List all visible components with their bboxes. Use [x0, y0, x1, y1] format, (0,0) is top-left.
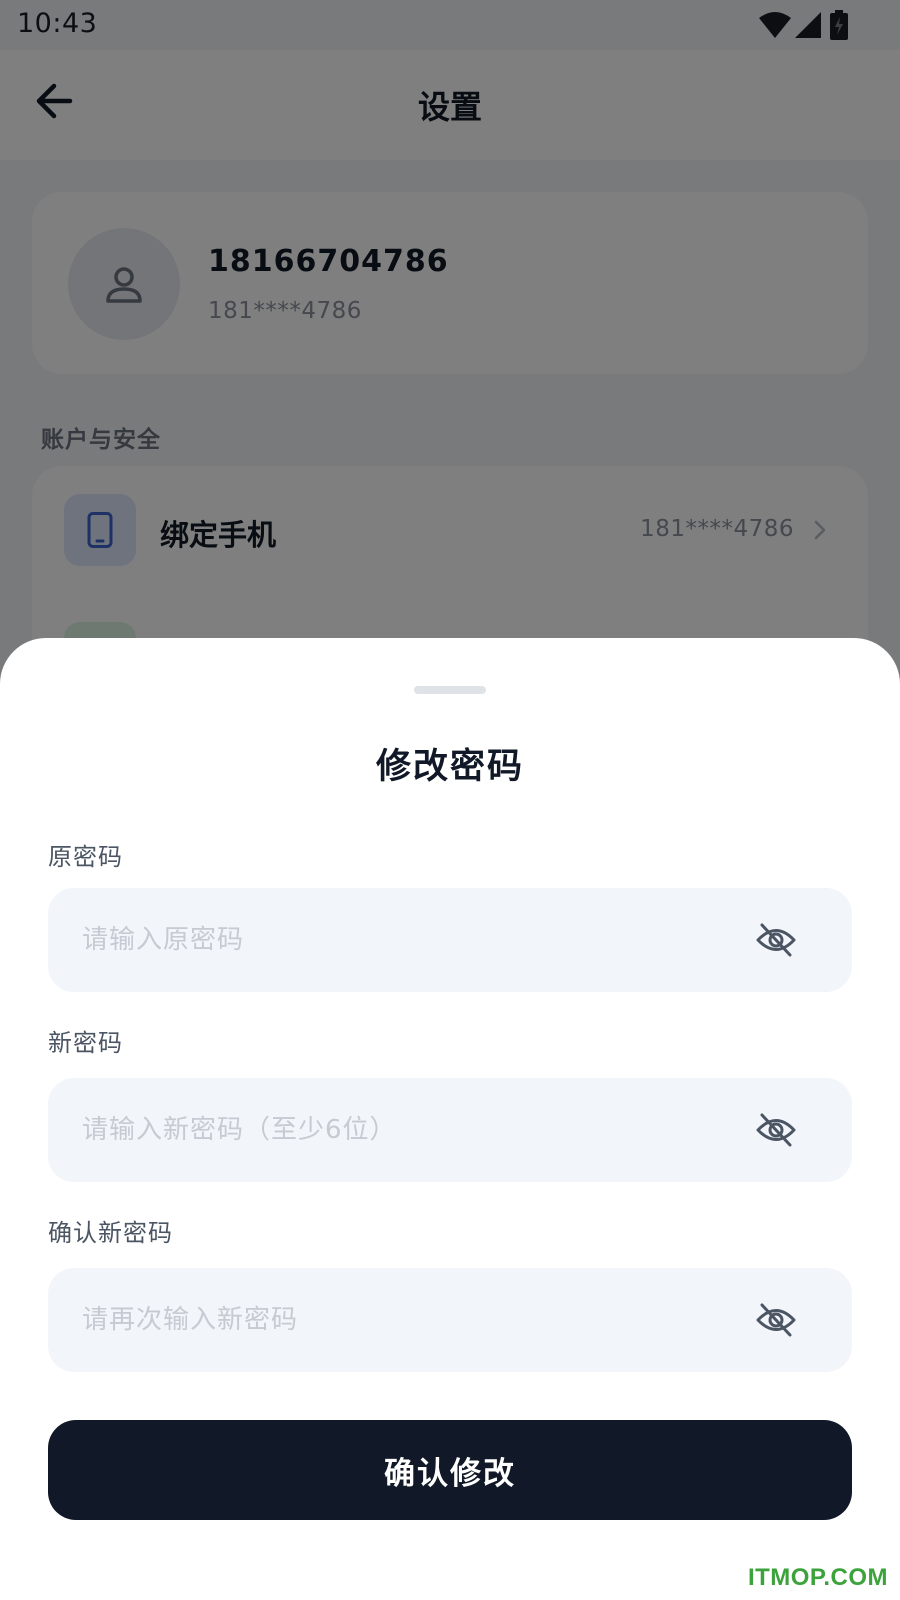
eye-off-icon: [756, 923, 796, 957]
change-password-sheet: 修改密码 原密码 新密码 确认新密码 确认修改: [0, 638, 900, 1600]
new-password-field: [48, 1078, 852, 1182]
sheet-title: 修改密码: [375, 747, 524, 787]
old-password-label: 原密码: [48, 843, 123, 871]
old-password-visibility-toggle[interactable]: [756, 921, 796, 959]
new-password-label: 新密码: [48, 1029, 123, 1057]
old-password-input[interactable]: [82, 888, 722, 992]
drag-handle[interactable]: [414, 686, 486, 694]
confirm-password-field: [48, 1268, 852, 1372]
confirm-change-label: 确认修改: [384, 1455, 516, 1492]
watermark: ITMOP.COM: [747, 1564, 888, 1591]
confirm-change-button[interactable]: 确认修改: [48, 1420, 852, 1520]
eye-off-icon: [756, 1113, 796, 1147]
eye-off-icon: [756, 1303, 796, 1337]
old-password-field: [48, 888, 852, 992]
confirm-password-visibility-toggle[interactable]: [756, 1301, 796, 1339]
confirm-password-input[interactable]: [82, 1268, 722, 1372]
new-password-visibility-toggle[interactable]: [756, 1111, 796, 1149]
new-password-input[interactable]: [82, 1078, 722, 1182]
confirm-password-label: 确认新密码: [48, 1219, 173, 1247]
